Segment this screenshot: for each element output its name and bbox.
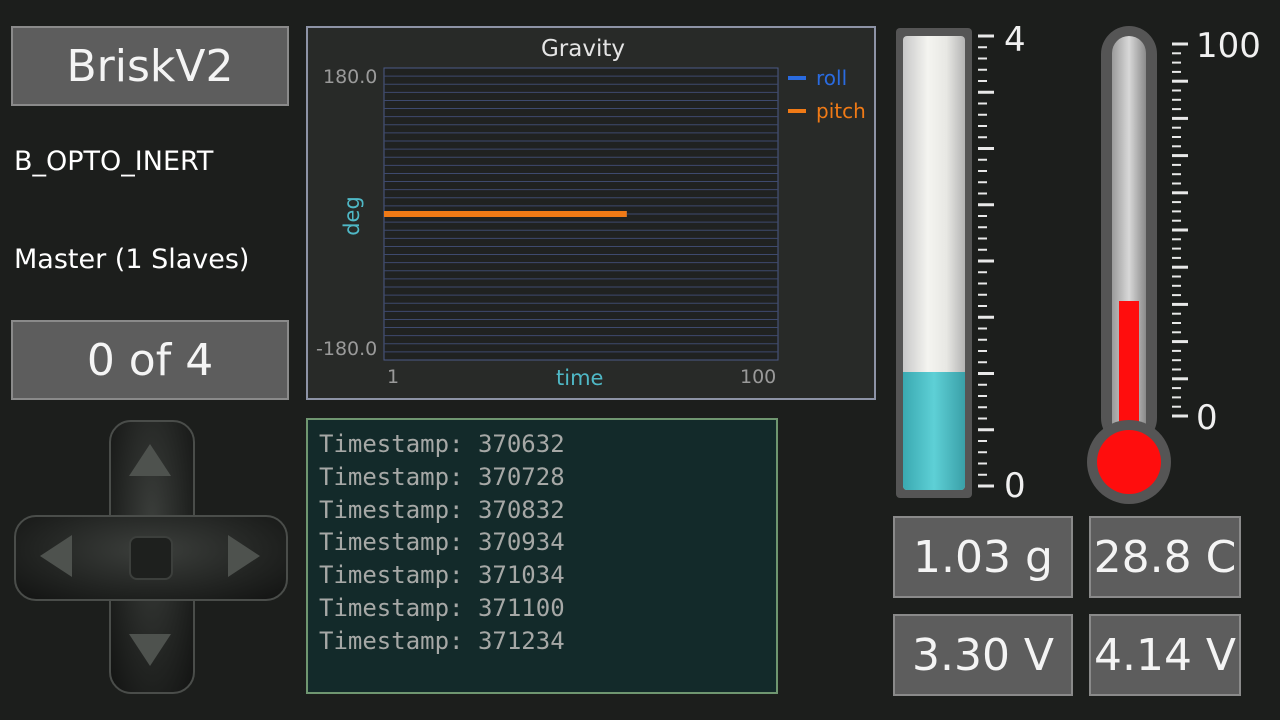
thermometer-scale-ticks: [1172, 42, 1188, 418]
dpad-up-icon[interactable]: [129, 444, 171, 476]
thermometer-tube-inner: [1112, 36, 1146, 446]
log-line: Timestamp: 370632: [319, 430, 565, 458]
legend-swatch-pitch: [788, 109, 806, 113]
legend-swatch-roll: [788, 76, 806, 80]
voltage2-readout[interactable]: 4.14 V: [1089, 614, 1241, 696]
log-line: Timestamp: 371234: [319, 626, 565, 655]
gauge-max-label: 4: [1004, 20, 1026, 60]
chart-title: Gravity: [540, 36, 625, 62]
gauge-scale-ticks: [978, 34, 994, 488]
device-count-button[interactable]: 0 of 4: [11, 320, 289, 400]
y-axis-label: deg: [340, 196, 364, 236]
temperature-readout[interactable]: 28.8 C: [1089, 516, 1241, 598]
log-line: Timestamp: 370728: [319, 462, 565, 491]
log-line: Timestamp: 371100: [319, 593, 565, 622]
x-tick-right: 100: [740, 366, 777, 388]
gauge-fill-level: [903, 371, 965, 490]
thermometer-min-label: 0: [1196, 398, 1218, 438]
x-axis-label: time: [556, 366, 604, 390]
dpad-down-icon[interactable]: [129, 634, 171, 666]
master-status-label: Master (1 Slaves): [14, 244, 250, 275]
y-tick-bottom: -180.0: [316, 338, 378, 360]
gravity-chart: Gravity 180.0 -180.0 1 100 time deg roll…: [306, 26, 876, 400]
legend-label-pitch: pitch: [816, 99, 866, 123]
acceleration-readout[interactable]: 1.03 g: [893, 516, 1073, 598]
thermometer-bulb: [1087, 420, 1171, 504]
gauge-tube-inner: [903, 36, 965, 490]
acceleration-gauge: [896, 28, 972, 498]
voltage1-readout[interactable]: 3.30 V: [893, 614, 1073, 696]
log-line: Timestamp: 370832: [319, 495, 565, 524]
log-line: Timestamp: 371034: [319, 561, 565, 590]
legend-label-roll: roll: [816, 66, 848, 90]
log-line: Timestamp: 370934: [319, 528, 565, 557]
thermometer-bulb-fill: [1097, 430, 1161, 494]
timestamp-log[interactable]: Timestamp: 370632 Timestamp: 370728 Time…: [306, 418, 778, 694]
dpad-left-icon[interactable]: [40, 535, 72, 577]
thermometer-tube: [1101, 26, 1157, 446]
gauge-min-label: 0: [1004, 466, 1026, 506]
dpad-control: [14, 420, 288, 694]
device-name-button[interactable]: BriskV2: [11, 26, 289, 106]
thermometer-max-label: 100: [1196, 26, 1261, 66]
legend-item-pitch: pitch: [788, 99, 866, 123]
y-tick-top: 180.0: [323, 66, 378, 88]
legend-item-roll: roll: [788, 66, 847, 90]
dpad-center-button[interactable]: [129, 536, 173, 580]
device-type-label: B_OPTO_INERT: [14, 146, 214, 177]
dpad-right-icon[interactable]: [228, 535, 260, 577]
x-tick-left: 1: [387, 366, 400, 388]
